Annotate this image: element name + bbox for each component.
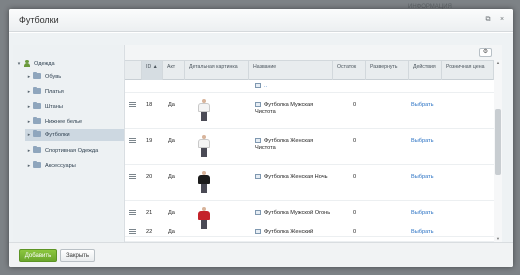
product-icon <box>255 102 261 108</box>
product-icon <box>255 138 261 144</box>
row-menu-icon[interactable] <box>129 210 136 215</box>
dialog-body: ▾ Одежда ▸ Обувь ▸ Платья ▸ Штаны ▸ Нижнее бе… <box>9 33 513 242</box>
expand-arrow-icon[interactable]: ▸ <box>25 101 33 113</box>
tshirt-image <box>197 135 211 157</box>
grid-settings-button[interactable]: ⚙ <box>479 48 492 57</box>
scrollbar-thumb[interactable] <box>495 109 501 175</box>
tree-item-pants[interactable]: ▸ Штаны <box>25 101 120 113</box>
cell-name[interactable]: Футболка Женский <box>255 229 333 235</box>
tshirt-image <box>197 99 211 121</box>
row-menu-icon[interactable] <box>129 174 136 179</box>
folder-icon <box>255 83 261 89</box>
product-name: Футболка Женская Чистота <box>255 138 314 151</box>
row-menu-icon[interactable] <box>129 102 136 107</box>
folder-icon <box>33 145 41 153</box>
dialog-footer: Добавить Закрыть <box>9 242 513 267</box>
add-button[interactable]: Добавить <box>19 249 57 262</box>
cell-id: 22 <box>146 229 153 235</box>
table-row[interactable]: 19 Да Футболка Женская Чистота 0 Выбрать <box>125 129 494 165</box>
tree-item-label: Спортивная Одежда <box>45 148 99 154</box>
folder-icon <box>33 71 41 79</box>
product-icon <box>255 174 261 180</box>
gear-icon: ⚙ <box>482 49 489 55</box>
expand-arrow-icon[interactable]: ▸ <box>25 145 33 157</box>
column-stock[interactable]: Остаток <box>333 61 366 80</box>
expand-arrow-icon[interactable]: ▸ <box>25 86 33 98</box>
folder-icon <box>33 86 41 94</box>
select-link[interactable]: Выбрать <box>411 229 434 235</box>
expand-arrow-icon[interactable]: ▸ <box>25 71 33 83</box>
product-name: Футболка Женский <box>264 229 314 235</box>
tree-item-accessories[interactable]: ▸ Аксессуары <box>25 160 120 172</box>
tree-item-label: Нижнее белье <box>45 119 83 125</box>
close-icon[interactable]: × <box>498 16 506 24</box>
tshirt-image <box>197 207 211 229</box>
product-name: Футболка Мужская Чистота <box>255 102 314 115</box>
row-menu-icon[interactable] <box>129 138 136 143</box>
close-button[interactable]: Закрыть <box>60 249 95 262</box>
grid-header: ID ▲ Акт Детальная картинка Название Ост… <box>125 60 502 80</box>
parent-link-label: .. <box>264 83 268 89</box>
cell-stock: 0 <box>353 229 357 235</box>
expand-icon[interactable]: ⧉ <box>484 16 492 24</box>
column-active[interactable]: Акт <box>163 61 185 80</box>
column-id[interactable]: ID ▲ <box>142 61 163 80</box>
product-picker-dialog: Футболки ⧉ × ▾ Одежда ▸ Обувь ▸ Платья ▸ Шта… <box>9 9 513 267</box>
product-grid: ⚙ ID ▲ Акт Детальная картинка Название О… <box>124 45 502 242</box>
column-expand[interactable]: Развернуть <box>366 61 409 80</box>
sort-asc-icon: ▲ <box>152 64 158 70</box>
tree-item-dresses[interactable]: ▸ Платья <box>25 86 120 98</box>
row-menu-icon[interactable] <box>129 229 136 234</box>
tree-root-clothing[interactable]: ▾ Одежда <box>15 58 120 70</box>
tree-item-underwear[interactable]: ▸ Нижнее белье <box>25 116 120 128</box>
column-picture[interactable]: Детальная картинка <box>185 61 249 80</box>
tree-item-shoes[interactable]: ▸ Обувь <box>25 71 120 83</box>
tree-item-label: Платья <box>45 89 64 95</box>
grid-toolbar: ⚙ <box>125 45 502 60</box>
product-icon <box>255 229 261 235</box>
column-name[interactable]: Название <box>249 61 333 80</box>
table-row[interactable]: 20 Да Футболка Женская Ночь 0 Выбрать <box>125 165 494 201</box>
tree-item-label: Штаны <box>45 104 63 110</box>
catalog-root-icon <box>23 60 31 68</box>
tree-item-label: Аксессуары <box>45 163 76 169</box>
product-name: Футболка Женская Ночь <box>264 174 328 180</box>
parent-row[interactable]: .. <box>125 80 494 93</box>
folder-icon <box>33 101 41 109</box>
tree-item-label: Обувь <box>45 74 62 80</box>
column-price[interactable]: Розничная цена <box>442 61 494 80</box>
column-id-label: ID <box>146 64 152 70</box>
tree-item-label: Футболки <box>45 132 70 138</box>
folder-icon <box>33 129 41 137</box>
column-action[interactable]: Действия <box>409 61 442 80</box>
table-row[interactable]: 18 Да Футболка Мужская Чистота 0 Выбрать <box>125 93 494 129</box>
expand-arrow-icon[interactable]: ▸ <box>25 129 33 141</box>
tree-root-label: Одежда <box>34 61 55 67</box>
tree-item-sportswear[interactable]: ▸ Спортивная Одежда <box>25 145 120 157</box>
tree-item-tshirts[interactable]: ▸ Футболки <box>25 129 124 141</box>
scroll-up-icon[interactable]: ▲ <box>494 60 502 66</box>
dialog-titlebar[interactable]: Футболки ⧉ × <box>9 9 513 32</box>
section-tree: ▾ Одежда ▸ Обувь ▸ Платья ▸ Штаны ▸ Нижнее бе… <box>13 45 124 242</box>
expand-arrow-icon[interactable]: ▸ <box>25 160 33 172</box>
tshirt-image <box>197 171 211 193</box>
collapse-arrow-icon[interactable]: ▾ <box>15 58 23 70</box>
folder-icon <box>33 116 41 124</box>
product-name: Футболка Мужской Огонь <box>264 210 331 216</box>
grid-scrollbar[interactable]: ▲ ▼ <box>494 60 502 242</box>
cell-active: Да <box>168 229 175 235</box>
dialog-title: Футболки <box>19 15 59 25</box>
folder-icon <box>33 160 41 168</box>
column-menu <box>125 61 142 80</box>
expand-arrow-icon[interactable]: ▸ <box>25 116 33 128</box>
product-icon <box>255 210 261 216</box>
